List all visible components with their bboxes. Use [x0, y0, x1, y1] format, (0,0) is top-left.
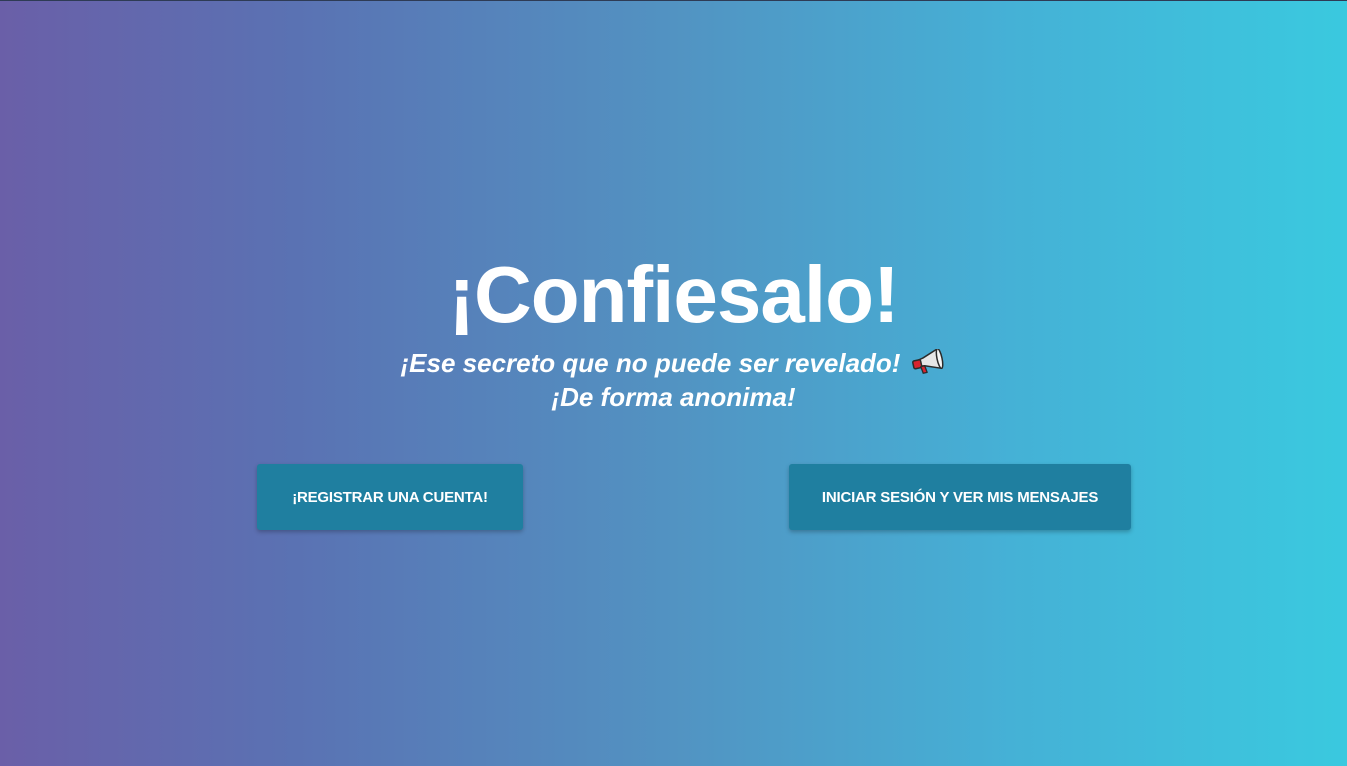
- subtitle-line-1: ¡Ese secreto que no puede ser revelado!: [0, 346, 1347, 380]
- subtitle-text-1: ¡Ese secreto que no puede ser revelado!: [400, 348, 901, 378]
- hero-section: ¡Confiesalo! ¡Ese secreto que no puede s…: [0, 248, 1347, 414]
- subtitle-line-2: ¡De forma anonima!: [551, 382, 796, 412]
- top-border: [0, 0, 1347, 1]
- login-view-messages-button[interactable]: INICIAR SESIÓN Y VER MIS MENSAJES: [789, 464, 1131, 530]
- megaphone-icon: [910, 348, 946, 375]
- register-account-button[interactable]: ¡REGISTRAR UNA CUENTA!: [257, 464, 523, 530]
- page-title: ¡Confiesalo!: [448, 250, 899, 339]
